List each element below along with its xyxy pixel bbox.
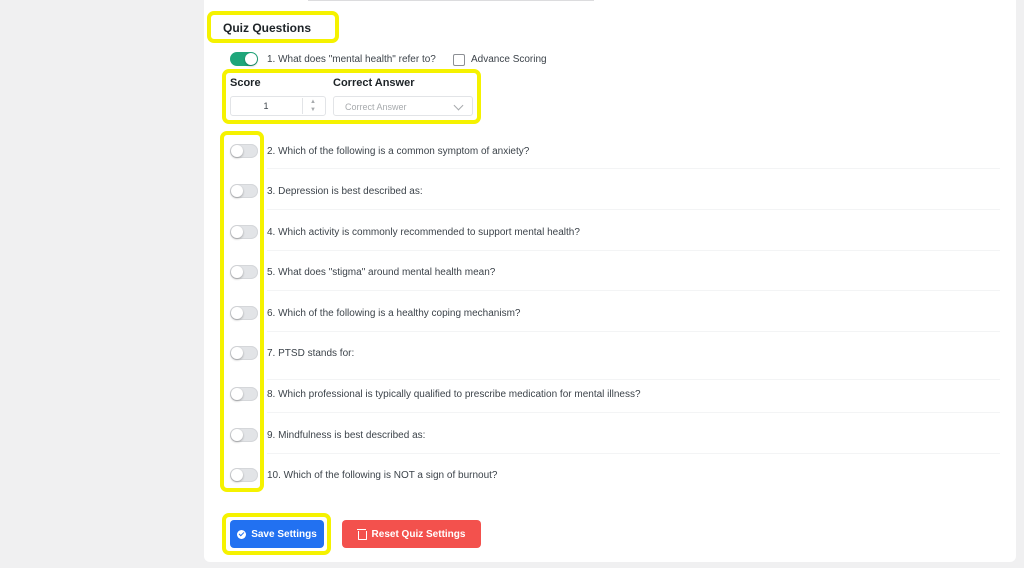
question-label-6: 6. Which of the following is a healthy c… [267,308,521,319]
toggle-knob [231,388,243,400]
toggle-knob [231,469,243,481]
question-toggle-9[interactable] [230,428,258,442]
stepper-down-icon[interactable]: ▼ [303,106,323,114]
reset-quiz-settings-label: Reset Quiz Settings [371,528,466,540]
question-toggle-2[interactable] [230,144,258,158]
trash-icon [356,528,367,540]
check-circle-icon [237,529,247,539]
stepper-up-icon[interactable]: ▲ [303,98,323,106]
question-label-1: 1. What does "mental health" refer to? [267,54,436,65]
toggle-knob [231,307,243,319]
question-label-4: 4. Which activity is commonly recommende… [267,227,580,238]
toggle-knob [231,429,243,441]
row-divider [267,453,1000,454]
toggle-knob [231,266,243,278]
reset-quiz-settings-button[interactable]: Reset Quiz Settings [342,520,481,548]
toggle-knob [231,347,243,359]
score-input[interactable]: 1 ▲ ▼ [230,96,326,116]
row-divider [267,250,1000,251]
save-settings-button[interactable]: Save Settings [230,520,324,548]
question-toggle-10[interactable] [230,468,258,482]
question-toggle-5[interactable] [230,265,258,279]
question-label-2: 2. Which of the following is a common sy… [267,146,530,157]
row-divider [267,412,1000,413]
question-toggle-6[interactable] [230,306,258,320]
save-settings-label: Save Settings [251,528,317,540]
question-label-3: 3. Depression is best described as: [267,186,423,197]
advance-scoring-checkbox[interactable] [453,54,465,66]
question-toggle-4[interactable] [230,225,258,239]
toggle-knob [231,145,243,157]
toggle-knob [231,226,243,238]
toggle-knob [231,185,243,197]
question-label-5: 5. What does "stigma" around mental heal… [267,267,496,278]
top-divider [308,0,594,1]
score-stepper[interactable]: ▲ ▼ [302,98,323,114]
toggle-knob [245,53,257,65]
row-divider [267,168,1000,169]
correct-answer-select[interactable]: Correct Answer [333,96,473,116]
advance-scoring-label: Advance Scoring [471,54,547,65]
correct-answer-label: Correct Answer [333,77,415,89]
question-toggle-3[interactable] [230,184,258,198]
question-toggle-7[interactable] [230,346,258,360]
score-label: Score [230,77,261,89]
row-divider [267,331,1000,332]
question-label-10: 10. Which of the following is NOT a sign… [267,470,498,481]
question-label-9: 9. Mindfulness is best described as: [267,430,426,441]
score-value: 1 [263,101,269,111]
section-title: Quiz Questions [223,21,312,35]
question-label-7: 7. PTSD stands for: [267,348,355,359]
row-divider [267,209,1000,210]
correct-answer-placeholder: Correct Answer [345,102,407,112]
question-label-8: 8. Which professional is typically quali… [267,389,641,400]
row-divider [267,290,1000,291]
question-toggle-1[interactable] [230,52,258,66]
chevron-down-icon [453,100,464,111]
row-divider [267,379,1000,380]
question-toggle-8[interactable] [230,387,258,401]
